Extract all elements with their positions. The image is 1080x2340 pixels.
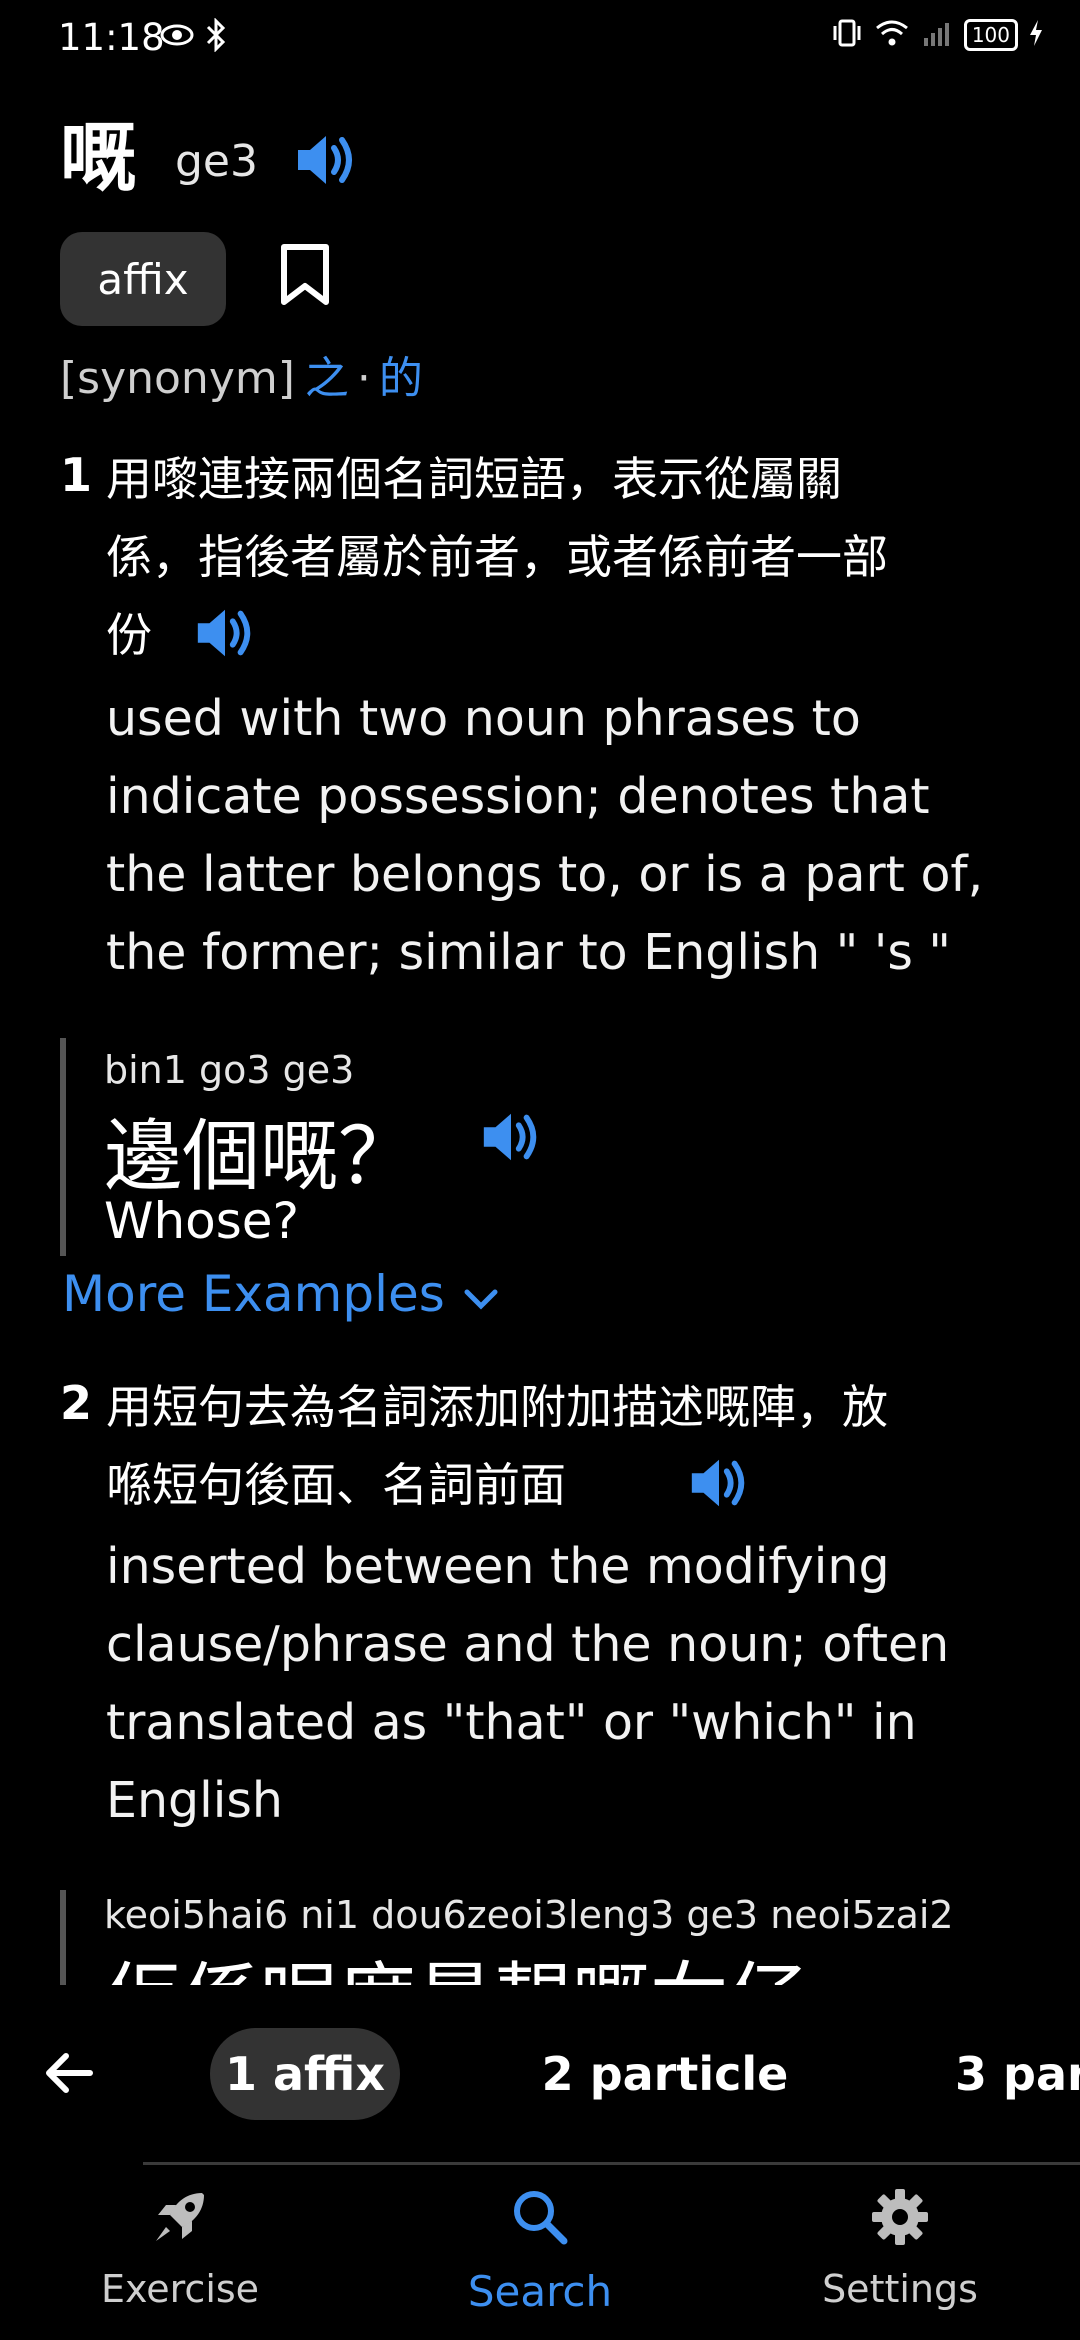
synonym-link[interactable]: 的 [379, 353, 423, 404]
part-of-speech-chip: affix [60, 232, 226, 326]
definition-speaker-icon[interactable] [686, 1450, 752, 1516]
nav-settings[interactable]: Settings [770, 2185, 1030, 2311]
more-examples-button[interactable]: More Examples [62, 1265, 499, 1323]
headword-jyutping: ge3 [175, 136, 258, 187]
rocket-icon [148, 2185, 212, 2253]
chevron-down-icon [463, 1265, 499, 1323]
sense-definition-en: clause/phrase and the noun; often [106, 1616, 950, 1673]
sense-definition-en: indicate possession; denotes that [106, 768, 930, 825]
example-sentence: 佢係呢度最靚嘅女仔 [104, 1937, 806, 1985]
synonym-link[interactable]: 之 [305, 353, 349, 404]
sense-definition-zh: 喺短句後面、名詞前面 [106, 1458, 566, 1512]
example-speaker-icon[interactable] [478, 1104, 544, 1170]
nav-label: Search [467, 2267, 613, 2316]
sense-number: 1 [60, 448, 93, 502]
sense-number: 2 [60, 1376, 93, 1430]
nav-label: Exercise [100, 2267, 260, 2311]
tab-sense-2[interactable]: 2 particle [542, 2028, 789, 2120]
sense-definition-zh: 用嚟連接兩個名詞短語，表示從屬關 [106, 452, 842, 506]
status-icons: 100 [830, 18, 1044, 52]
eye-icon [160, 20, 194, 54]
sense-definition-zh: 份 [106, 608, 152, 662]
sense-definition-en: the latter belongs to, or is a part of, [106, 846, 984, 903]
wifi-icon [874, 18, 910, 52]
example-sentence: 邊個嘅？ [104, 1112, 417, 1202]
sense-definition-en: the former; similar to English " 's " [106, 924, 951, 981]
synonym-row: [synonym] 之 · 的 [60, 342, 423, 406]
status-time: 11:18 [58, 16, 165, 59]
headword: 嘅 [60, 113, 136, 202]
definition-speaker-icon[interactable] [192, 600, 258, 666]
charging-icon [1028, 18, 1044, 52]
example-clip: keoi5hai6 ni1 dou6zeoi3leng3 ge3 neoi5za… [0, 1885, 1080, 1985]
more-examples-label: More Examples [62, 1265, 445, 1323]
sense-tabs: 1 affix 2 particle 3 particle [0, 2020, 1080, 2135]
sense-definition-zh: 用短句去為名詞添加附加描述嘅陣，放 [106, 1380, 888, 1434]
bluetooth-icon [205, 17, 227, 56]
sense-definition-en: used with two noun phrases to [106, 690, 861, 747]
nav-divider [143, 2162, 1080, 2165]
search-icon [508, 2185, 572, 2253]
synonym-separator: · [356, 353, 371, 404]
tab-sense-3[interactable]: 3 particle [955, 2028, 1080, 2120]
sense-definition-en: English [106, 1772, 283, 1829]
synonym-label: [synonym] [60, 353, 295, 404]
sense-definition-en: inserted between the modifying [106, 1538, 890, 1595]
example-divider [60, 1038, 66, 1256]
battery-icon: 100 [963, 19, 1018, 51]
nav-search[interactable]: Search [410, 2185, 670, 2316]
sense-definition-en: translated as "that" or "which" in [106, 1694, 917, 1751]
gear-icon [868, 2185, 932, 2253]
example-translation: Whose? [104, 1192, 300, 1250]
nav-label: Settings [822, 2267, 978, 2311]
example-jyutping: bin1 go3 ge3 [104, 1048, 355, 1092]
example-jyutping: keoi5hai6 ni1 dou6zeoi3leng3 ge3 neoi5za… [104, 1893, 954, 1937]
vibrate-icon [830, 18, 864, 52]
tab-sense-1[interactable]: 1 affix [210, 2028, 400, 2120]
example-divider [60, 1890, 66, 1985]
bookmark-icon[interactable] [276, 242, 334, 312]
nav-exercise[interactable]: Exercise [50, 2185, 310, 2311]
signal-icon [920, 18, 954, 52]
pronounce-speaker-icon[interactable] [292, 126, 360, 194]
sense-definition-zh: 係，指後者屬於前者，或者係前者一部 [106, 530, 888, 584]
back-arrow-icon[interactable] [40, 2044, 98, 2106]
